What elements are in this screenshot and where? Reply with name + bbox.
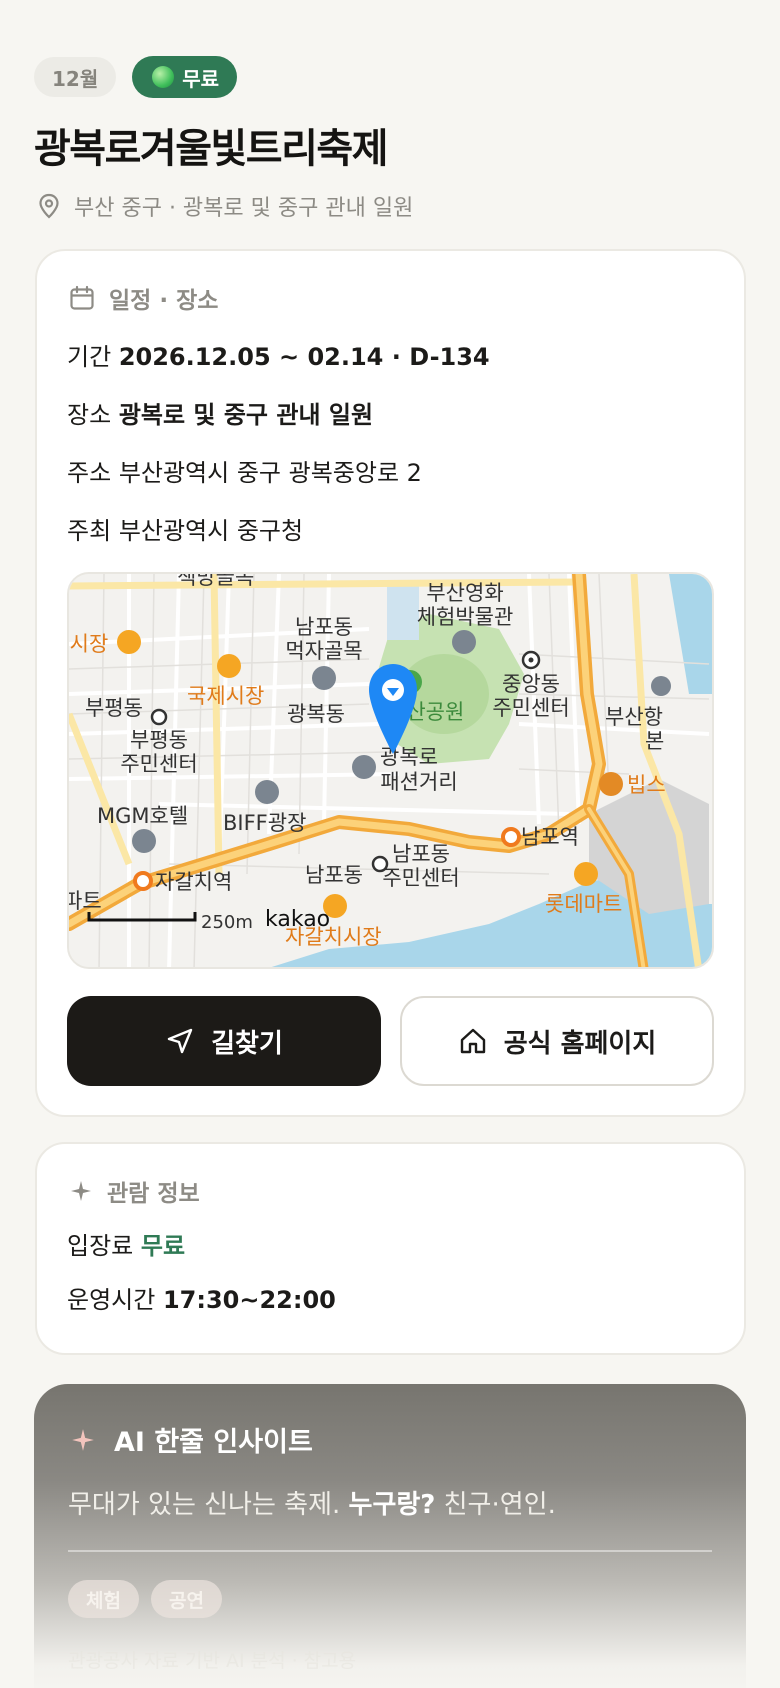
period-row: 기간 2026.12.05 ~ 02.14 · D-134 [67,337,490,372]
ai-text-prefix: 무대가 있는 신나는 축제. [68,1490,341,1520]
homepage-button[interactable]: 공식 홈페이지 [400,996,714,1086]
ai-tag: 공연 [150,1580,222,1618]
address-value: 부산광역시 중구 광복중앙로 2 [118,459,422,487]
map-label-busan-cinema-2: 체험박물관 [417,605,514,629]
festival-detail-page: 12월 무료 광복로겨울빛트리축제 부산 중구 · 광복로 및 중구 관내 일원… [0,0,780,1688]
page-title: 광복로겨울빛트리축제 [34,126,389,172]
place-value: 광복로 및 중구 관내 일원 [118,401,374,429]
host-label: 주최 [67,517,112,545]
ai-tags: 체험 공연 [68,1580,222,1618]
location-map[interactable]: 부산영화 체험박물관 남포동 먹자골목 ·시장 국제시장 부평동 부평동 주민센… [67,572,714,969]
map-label-mgm: MGM호텔 [97,804,188,828]
visit-section-header: 관람 정보 [69,1174,200,1208]
map-label-gwangbok: 광복동 [287,702,345,726]
location-line: 부산 중구 · 광복로 및 중구 관내 일원 [38,190,413,222]
map-label-fashion-1: 광복로 [380,745,438,769]
schedule-section-header: 일정 · 장소 [69,281,218,315]
map-label-nampo-center-2: 주민센터 [382,866,459,890]
ai-insight-title: AI 한줄 인사이트 [114,1427,313,1458]
location-pin-icon [39,193,59,219]
green-dot-icon [152,66,175,88]
badge-row: 12월 무료 [34,56,238,98]
map-label-bupyeong-center-2: 주민센터 [120,752,197,776]
map-label-bupyeong-center-1: 부평동 [130,728,188,752]
ai-insight-card: AI 한줄 인사이트 무대가 있는 신나는 축제. 누구랑? 친구·연인. 체험… [34,1384,746,1688]
map-label-busan-cinema-1: 부산영화 [426,581,503,605]
navigation-arrow-icon [167,1028,193,1054]
location-text: 부산 중구 · 광복로 및 중구 관내 일원 [74,196,414,221]
schedule-section-title: 일정 · 장소 [109,288,219,314]
fee-label: 입장료 [67,1232,134,1260]
home-icon [460,1028,485,1054]
ai-tag: 체험 [68,1580,139,1618]
free-chip: 무료 [132,56,238,98]
visit-section-title: 관람 정보 [107,1181,200,1207]
free-chip-label: 무료 [182,66,220,91]
map-label-busan-port-2: 본 [645,729,664,753]
map-label-lotte: 롯데마트 [545,892,622,916]
map-label-apart: 파트 [69,889,102,913]
map-label-nampo-station: 남포역 [521,825,579,849]
map-label-nampo-food-1: 남포동 [295,615,353,639]
hours-row: 운영시간 17:30~22:00 [67,1280,336,1315]
map-label-bupyeong: 부평동 [85,696,143,720]
place-row: 장소 광복로 및 중구 관내 일원 [67,395,373,430]
fee-value: 무료 [140,1232,186,1260]
visit-info-card: 관람 정보 입장료 무료 운영시간 17:30~22:00 [35,1142,746,1355]
period-value: 2026.12.05 ~ 02.14 · D-134 [118,343,490,371]
map-label-nampo-dong: 남포동 [305,863,363,887]
sparkle-icon [71,1181,91,1201]
map-label-busan-port-1: 부산항 [605,705,663,729]
place-label: 장소 [67,401,112,429]
ai-note: 관광공사 자료 기반 AI 분석 · 참고용 [68,1650,357,1672]
map-label-jagalchi-station: 자갈치역 [155,870,232,894]
calendar-icon [70,285,94,310]
hours-value: 17:30~22:00 [162,1286,336,1314]
map-label-jungang-2: 주민센터 [492,696,569,720]
map-label-fashion-2: 패션거리 [380,770,457,794]
address-row: 주소 부산광역시 중구 광복중앙로 2 [67,453,422,488]
ai-who-value: 친구·연인. [443,1490,556,1520]
map-label-nampo-center-1: 남포동 [392,842,450,866]
ai-insight-header: AI 한줄 인사이트 [70,1420,313,1459]
host-row: 주최 부산광역시 중구청 [67,511,303,546]
host-value: 부산광역시 중구청 [118,517,304,545]
ai-sparkle-icon [72,1428,94,1451]
map-label-gukje-market: 국제시장 [187,684,264,708]
route-button-label: 길찾기 [211,1028,283,1059]
schedule-card: 일정 · 장소 기간 2026.12.05 ~ 02.14 · D-134 장소… [35,249,746,1117]
ai-insight-text: 무대가 있는 신나는 축제. 누구랑? 친구·연인. [68,1484,556,1521]
homepage-button-label: 공식 홈페이지 [503,1028,657,1059]
fee-row: 입장료 무료 [67,1226,185,1261]
map-label-jungang-1: 중앙동 [502,672,560,696]
map-canvas[interactable]: 부산영화 체험박물관 남포동 먹자골목 ·시장 국제시장 부평동 부평동 주민센… [69,574,714,969]
ai-who-label: 누구랑? [348,1490,436,1520]
map-label-nampo-food-2: 먹자골목 [285,639,362,663]
map-label-market-left: ·시장 [69,632,108,656]
route-button[interactable]: 길찾기 [67,996,381,1086]
address-label: 주소 [67,459,112,487]
period-label: 기간 [67,343,112,371]
map-scale-label: 250m [201,912,253,933]
ai-divider [68,1550,712,1552]
map-label-vips: 빕스 [627,773,666,797]
map-brand: kakao [265,907,330,932]
month-chip: 12월 [34,57,117,97]
map-label-biff: BIFF광장 [223,811,306,835]
map-label-top-cut: 책방골목 [177,574,254,589]
hours-label: 운영시간 [67,1286,156,1314]
